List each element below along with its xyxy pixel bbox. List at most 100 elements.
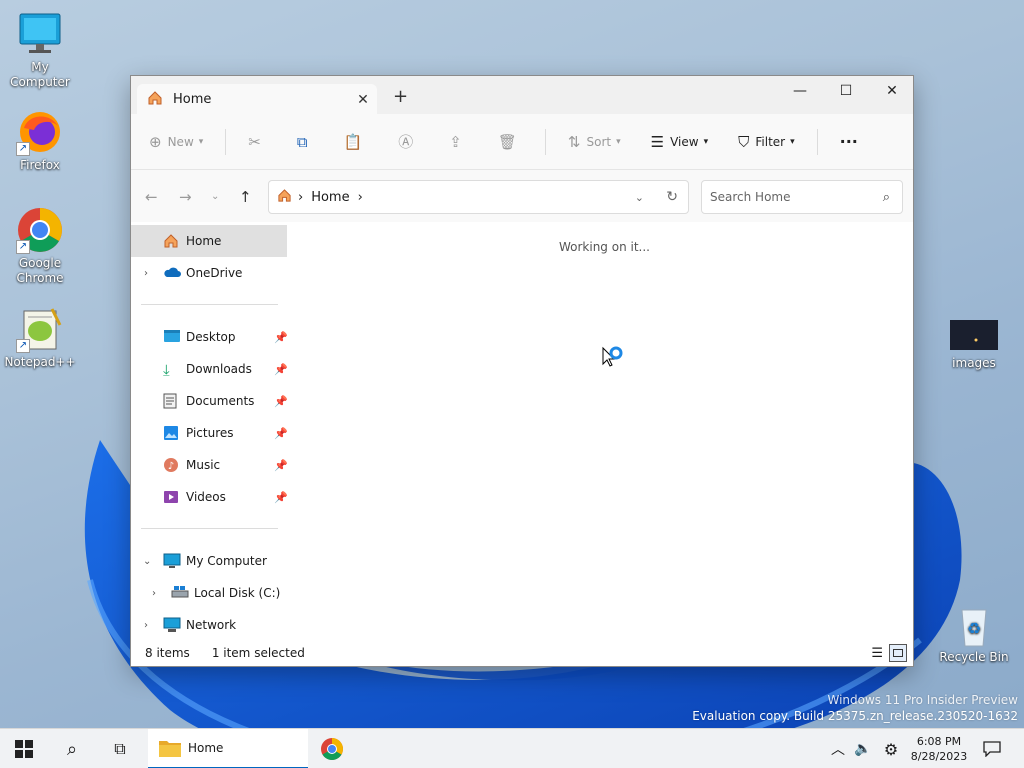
sort-button[interactable]: ⇅ Sort ▾ bbox=[568, 133, 621, 151]
cut-button[interactable]: ✂ bbox=[248, 133, 267, 151]
sidebar-item-documents[interactable]: Documents 📌 bbox=[131, 385, 288, 417]
task-view-button[interactable]: ⧉ bbox=[100, 729, 140, 768]
search-box[interactable]: Search Home ⌕ bbox=[701, 180, 903, 214]
refresh-icon[interactable]: ↻ bbox=[666, 189, 678, 205]
sidebar-item-local-disk[interactable]: › Local Disk (C:) bbox=[131, 577, 287, 609]
watermark-line: Windows 11 Pro Insider Preview bbox=[827, 693, 1018, 707]
desktop-icon-label: Notepad++ bbox=[4, 355, 76, 369]
shortcut-arrow-icon: ↗ bbox=[16, 240, 30, 254]
share-button[interactable]: ⇪ bbox=[449, 133, 468, 151]
divider bbox=[544, 128, 546, 155]
pin-icon[interactable]: 📌 bbox=[274, 427, 288, 440]
chevron-right-icon[interactable]: › bbox=[152, 588, 156, 599]
clock-time: 6:08 PM bbox=[916, 735, 962, 748]
view-button[interactable]: ☰ View ▾ bbox=[651, 133, 708, 151]
sidebar-item-label: Network bbox=[186, 618, 237, 632]
show-hidden-icons-button[interactable]: ︿ bbox=[828, 729, 848, 768]
more-options-button[interactable]: ··· bbox=[840, 132, 858, 151]
view-list-icon: ☰ bbox=[650, 132, 665, 151]
new-label: New bbox=[167, 134, 194, 149]
search-input[interactable]: Search Home bbox=[710, 190, 790, 204]
filter-button[interactable]: ⛉ Filter ▾ bbox=[738, 133, 795, 151]
pin-icon[interactable]: 📌 bbox=[274, 459, 288, 472]
details-view-icon[interactable]: ☰ bbox=[871, 646, 883, 661]
sidebar-item-desktop[interactable]: Desktop 📌 bbox=[131, 321, 288, 353]
chevron-down-icon[interactable]: ⌄ bbox=[143, 556, 151, 567]
taskbar-app-explorer[interactable]: Home bbox=[148, 729, 308, 768]
tab-home[interactable]: Home ✕ bbox=[137, 84, 377, 115]
home-icon bbox=[147, 90, 163, 109]
pin-icon[interactable]: 📌 bbox=[274, 331, 288, 344]
windows-logo-icon bbox=[15, 740, 33, 758]
item-count: 8 items bbox=[145, 646, 190, 660]
shortcut-arrow-icon: ↗ bbox=[16, 142, 30, 156]
desktop-icon-label: Google Chrome bbox=[16, 256, 64, 285]
desktop-icon-images[interactable]: images bbox=[934, 318, 1014, 371]
desktop-icon-recycle-bin[interactable]: ♻ Recycle Bin bbox=[934, 604, 1014, 665]
share-icon: ⇪ bbox=[449, 132, 462, 151]
paste-button[interactable]: 📋 bbox=[344, 133, 369, 151]
sidebar-item-my-computer[interactable]: ⌄ My Computer bbox=[131, 545, 287, 577]
breadcrumb-home[interactable]: Home bbox=[311, 190, 349, 205]
sidebar-item-videos[interactable]: Videos 📌 bbox=[131, 481, 288, 513]
sidebar-item-onedrive[interactable]: › OneDrive bbox=[131, 257, 287, 289]
desktop-icon-firefox[interactable]: ↗ Firefox bbox=[0, 108, 80, 173]
music-icon: ♪ bbox=[163, 457, 181, 473]
close-window-icon[interactable]: ✕ bbox=[869, 76, 915, 106]
clock[interactable]: 6:08 PM 8/28/2023 bbox=[906, 729, 972, 768]
delete-button[interactable]: 🗑 bbox=[498, 133, 523, 151]
chrome-icon: ↗ bbox=[16, 206, 64, 254]
notifications-button[interactable] bbox=[978, 729, 1006, 768]
mouse-cursor-busy-icon bbox=[602, 346, 623, 367]
close-tab-icon[interactable]: ✕ bbox=[349, 92, 377, 108]
sidebar-item-downloads[interactable]: ⤓ Downloads 📌 bbox=[131, 353, 288, 385]
start-button[interactable] bbox=[4, 729, 44, 768]
sort-icon: ⇅ bbox=[567, 132, 581, 151]
minimize-icon[interactable]: — bbox=[777, 76, 823, 106]
content-pane: Working on it... bbox=[296, 222, 913, 642]
address-dropdown-icon[interactable]: ⌄ bbox=[635, 191, 644, 204]
maximize-icon[interactable]: ☐ bbox=[823, 76, 869, 106]
settings-button[interactable]: ⚙ bbox=[880, 729, 902, 768]
rename-button[interactable]: Ⓐ bbox=[398, 131, 419, 152]
forward-arrow-icon[interactable]: → bbox=[179, 188, 192, 206]
search-button[interactable]: ⌕ bbox=[52, 729, 92, 768]
firefox-icon: ↗ bbox=[16, 108, 64, 156]
recycle-bin-icon: ♻ bbox=[950, 604, 998, 648]
breadcrumb-separator-icon: › bbox=[357, 189, 363, 205]
desktop-icon-notepadpp[interactable]: ↗ Notepad++ bbox=[0, 305, 80, 370]
desktop-icon-chrome[interactable]: ↗ Google Chrome bbox=[0, 206, 80, 286]
pin-icon[interactable]: 📌 bbox=[274, 491, 288, 504]
pin-icon[interactable]: 📌 bbox=[274, 363, 288, 376]
videos-icon bbox=[163, 489, 181, 505]
tab-title: Home bbox=[173, 92, 212, 107]
tiles-view-icon[interactable] bbox=[889, 644, 907, 662]
copy-button[interactable]: ⧉ bbox=[297, 133, 314, 151]
task-view-icon: ⧉ bbox=[114, 739, 126, 758]
sidebar-item-home[interactable]: Home bbox=[131, 225, 287, 257]
pin-icon[interactable]: 📌 bbox=[274, 395, 288, 408]
chevron-right-icon[interactable]: › bbox=[144, 620, 148, 631]
svg-text:♪: ♪ bbox=[168, 461, 174, 472]
sidebar-item-music[interactable]: ♪ Music 📌 bbox=[131, 449, 288, 481]
new-tab-icon[interactable]: + bbox=[393, 86, 408, 107]
up-arrow-icon[interactable]: ↑ bbox=[239, 188, 252, 206]
new-button[interactable]: ⊕ New ▾ bbox=[149, 133, 203, 151]
back-arrow-icon[interactable]: ← bbox=[145, 188, 158, 206]
address-bar[interactable]: › Home › ⌄ ↻ bbox=[268, 180, 689, 214]
speaker-icon: 🔈 bbox=[854, 741, 872, 757]
shortcut-arrow-icon: ↗ bbox=[16, 339, 30, 353]
desktop-icon-my-computer[interactable]: My Computer bbox=[0, 10, 80, 90]
taskbar-app-chrome[interactable] bbox=[312, 729, 352, 768]
recent-chevron-icon[interactable]: ⌄ bbox=[211, 191, 219, 202]
chevron-right-icon[interactable]: › bbox=[144, 268, 148, 279]
sidebar-item-network[interactable]: › Network bbox=[131, 609, 287, 641]
sidebar-item-label: Pictures bbox=[186, 426, 234, 440]
divider bbox=[141, 304, 278, 305]
sidebar-item-label: Documents bbox=[186, 394, 255, 408]
volume-button[interactable]: 🔈 bbox=[852, 729, 874, 768]
monitor-icon bbox=[163, 553, 181, 569]
trash-icon: 🗑 bbox=[497, 132, 517, 151]
sidebar-item-pictures[interactable]: Pictures 📌 bbox=[131, 417, 288, 449]
folder-icon bbox=[159, 741, 181, 757]
